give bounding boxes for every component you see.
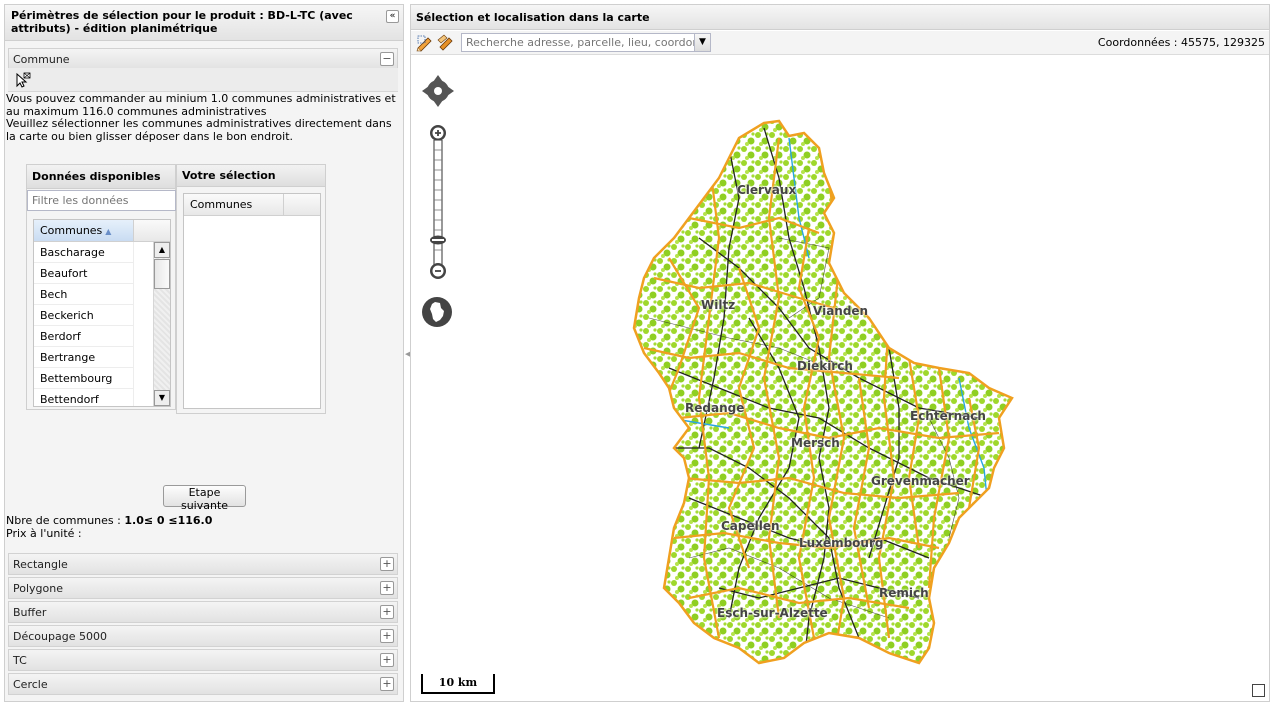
pan-control-icon[interactable] [421,74,455,108]
plus-icon: + [382,557,392,570]
communes-column-header[interactable]: Communes ▲ [34,220,134,241]
commune-count: Nbre de communes : 1.0≤ 0 ≤116.0 [6,514,213,527]
town-label: Echternach [910,409,986,423]
scroll-down-icon[interactable]: ▼ [154,390,170,406]
list-item[interactable]: Bettembourg [34,368,134,389]
panel-header: Périmètres de sélection pour le produit … [5,5,403,41]
expand-polygone-button[interactable]: + [380,581,394,595]
grid-header: Communes ▲ [34,220,170,242]
expand-rectangle-button[interactable]: + [380,557,394,571]
list-item[interactable]: Beaufort [34,263,134,284]
vertical-scrollbar[interactable]: ▲ ▼ [153,242,170,406]
plus-icon: + [382,605,392,618]
list-item[interactable]: Bascharage [34,242,134,263]
list-item[interactable]: Bettendorf [34,389,134,406]
expand-tc-button[interactable]: + [380,653,394,667]
accordion-rectangle-header[interactable]: Rectangle + [8,553,398,575]
luxembourg-map[interactable] [629,118,1019,668]
accordion-commune-label: Commune [13,53,70,66]
selection-grid-header: Communes [184,194,320,216]
available-communes-grid: Communes ▲ Bascharage Beaufort Bech Becke… [33,219,171,407]
pencil-draw-icon[interactable] [416,34,434,52]
plus-icon: + [382,629,392,642]
list-item[interactable]: Bertrange [34,347,134,368]
next-step-button[interactable]: Etape suivante [163,485,246,512]
your-selection-title: Votre sélection [177,165,325,187]
your-selection-box: Votre sélection Communes [176,164,326,414]
map-toolbar: ▼ Coordonnées : 45575, 129325 [411,31,1269,55]
overview-map-toggle-icon[interactable] [1252,684,1265,697]
chevron-down-icon: ▼ [699,37,706,47]
list-item[interactable]: Beckerich [34,305,134,326]
selected-communes-grid[interactable]: Communes [183,193,321,409]
panel-title: Périmètres de sélection pour le produit … [11,9,353,35]
town-label: Capellen [721,519,780,533]
unit-price: Prix à l'unité : [6,527,82,540]
available-data-title: Données disponibles [27,165,175,189]
search-input[interactable] [461,33,711,52]
country-overview-icon[interactable] [421,296,453,328]
commune-tool-strip [8,68,398,92]
collapse-panel-button[interactable]: « [386,10,399,23]
zoom-slider[interactable] [430,140,446,266]
accordion-buffer-header[interactable]: Buffer + [8,601,398,623]
town-label: Wiltz [701,298,736,312]
panel-splitter-handle[interactable]: ◀ [405,350,410,366]
search-dropdown-button[interactable]: ▼ [694,33,711,52]
town-label: Vianden [813,304,869,318]
map-canvas[interactable]: Clervaux Wiltz Vianden Diekirch Redange … [411,56,1269,701]
map-panel: Sélection et localisation dans la carte … [410,4,1270,702]
list-item[interactable]: Berdorf [34,326,134,347]
plus-icon: + [382,581,392,594]
town-label: Clervaux [737,183,797,197]
available-data-box: Données disponibles Communes▲ Bascharage… [26,164,176,410]
coordinates-readout: Coordonnées : 45575, 129325 [1097,36,1265,49]
accordion-tc-header[interactable]: TC + [8,649,398,671]
selection-communes-column-header[interactable]: Communes [184,194,284,215]
map-panel-title: Sélection et localisation dans la carte [411,5,1269,30]
sort-ascending-icon: ▲ [105,227,112,236]
plus-icon: + [382,677,392,690]
zoom-out-icon[interactable] [429,262,447,280]
town-label: Mersch [791,436,840,450]
expand-buffer-button[interactable]: + [380,605,394,619]
accordion-commune-header[interactable]: Commune − [8,48,398,70]
expand-decoupage-button[interactable]: + [380,629,394,643]
accordion-cercle-header[interactable]: Cercle + [8,673,398,695]
scale-bar: 10 km [421,674,495,694]
town-label: Grevenmacher [871,474,970,488]
filter-input[interactable] [27,190,176,211]
list-item[interactable]: Bech [34,284,134,305]
scroll-up-icon[interactable]: ▲ [154,242,170,258]
town-label: Luxembourg [799,536,884,550]
town-label: Diekirch [797,359,853,373]
pencil-edit-icon[interactable] [437,34,455,52]
accordion-decoupage-header[interactable]: Découpage 5000 + [8,625,398,647]
expand-cercle-button[interactable]: + [380,677,394,691]
select-feature-icon[interactable] [14,71,32,89]
town-label: Redange [685,401,745,415]
plus-icon: + [382,653,392,666]
scrollbar-thumb[interactable] [154,259,170,289]
collapse-commune-button[interactable]: − [380,52,394,66]
town-label: Esch-sur-Alzette [717,606,828,620]
town-label: Remich [879,586,929,600]
double-chevron-left-icon: « [389,11,396,21]
commune-info-text: Vous pouvez commander au minium 1.0 comm… [6,92,396,143]
accordion-polygone-header[interactable]: Polygone + [8,577,398,599]
minus-icon: − [382,52,392,65]
